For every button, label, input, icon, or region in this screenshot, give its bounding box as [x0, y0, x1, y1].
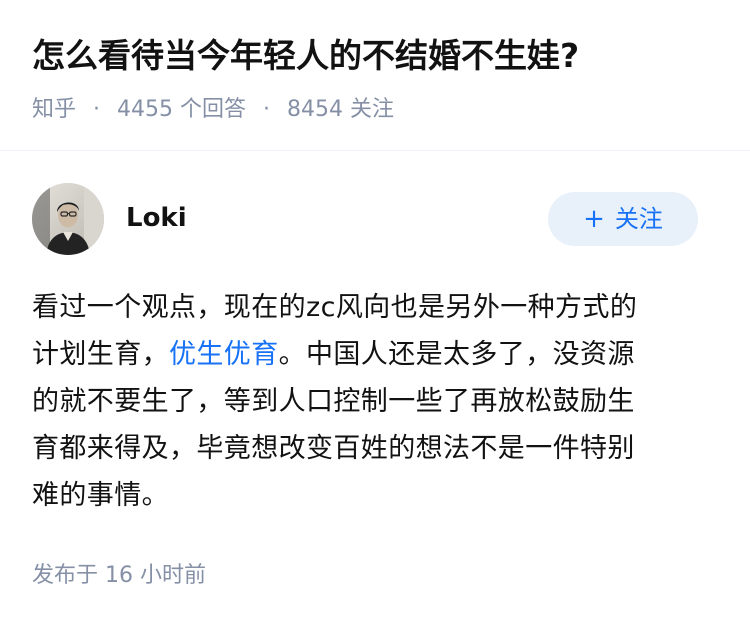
answer-text-line: 难的事情。 — [32, 480, 169, 511]
divider — [0, 150, 750, 151]
question-title[interactable]: 怎么看待当今年轻人的不结婚不生娃? — [32, 30, 722, 82]
avatar[interactable] — [32, 183, 104, 255]
plus-icon: + — [583, 204, 605, 234]
answer-count: 4455 个回答 — [117, 97, 246, 122]
answer-text-segment: 计划生育， — [32, 339, 169, 370]
source-label[interactable]: 知乎 — [32, 97, 76, 122]
answer-link[interactable]: 优生优育 — [169, 339, 279, 370]
follow-button-label: 关注 — [614, 205, 663, 233]
answer-text-line: 的就不要生了，等到人口控制一些了再放松鼓励生 — [32, 386, 635, 417]
answer-text-line: 计划生育，优生优育。中国人还是太多了，没资源 — [32, 331, 698, 378]
answer-text-line: 育都来得及，毕竟想改变百姓的想法不是一件特别 — [32, 433, 635, 464]
answer-text-segment: 。中国人还是太多了，没资源 — [278, 339, 635, 370]
avatar-photo-icon — [32, 183, 104, 255]
answer-text-line: 看过一个观点，现在的zc风向也是另外一种方式的 — [32, 292, 638, 323]
meta-separator: · — [93, 97, 101, 122]
meta-separator: · — [263, 97, 270, 122]
answer-content: 看过一个观点，现在的zc风向也是另外一种方式的 计划生育，优生优育。中国人还是太… — [32, 284, 698, 519]
publish-time: 发布于 16 小时前 — [32, 563, 206, 588]
author-row: Loki + 关注 — [32, 183, 698, 255]
author-name[interactable]: Loki — [126, 201, 187, 235]
question-meta: 知乎 · 4455 个回答 · 8454 关注 — [32, 94, 722, 126]
follow-count: 8454 关注 — [287, 97, 394, 122]
question-header: 怎么看待当今年轻人的不结婚不生娃? 知乎 · 4455 个回答 · 8454 关… — [32, 30, 722, 126]
follow-button[interactable]: + 关注 — [548, 192, 698, 246]
